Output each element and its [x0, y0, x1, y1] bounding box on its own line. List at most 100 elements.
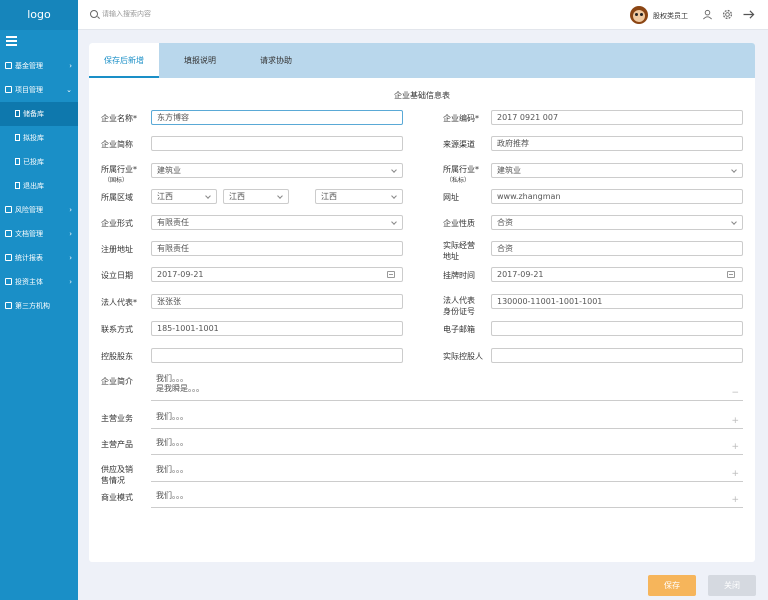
legal-id-input[interactable]: 130000-11001-1001-1001 [491, 294, 743, 309]
document-icon [15, 110, 20, 117]
sidebar-item-project[interactable]: 项目管理 ⌄ [0, 78, 78, 102]
company-name-input[interactable]: 东方博容 [151, 110, 403, 125]
reg-address-input[interactable]: 有限责任 [151, 241, 403, 256]
tab-request-help[interactable]: 请求协助 [241, 43, 311, 78]
company-name-label: 企业名称* [101, 114, 137, 123]
sidebar-subitem-reserve[interactable]: 储备库 [0, 102, 78, 126]
form-card: 保存后新增 填报说明 请求协助 企业基础信息表 企业名称* 东方博容 企业编码*… [89, 43, 755, 562]
save-button[interactable]: 保存 [648, 575, 696, 596]
home-icon [5, 254, 12, 261]
biz-address-input[interactable]: 合资 [491, 241, 743, 256]
controlling-holder-input[interactable] [151, 348, 403, 363]
home-icon [5, 302, 12, 309]
chevron-right-icon: › [69, 230, 72, 238]
avatar[interactable] [630, 6, 648, 24]
company-code-label: 企业编码* [443, 114, 479, 123]
industry-private-select[interactable]: 建筑业 [491, 163, 743, 178]
business-model-textarea[interactable]: 我们。。。 + [151, 491, 743, 508]
region-district-select[interactable]: 江西 [315, 189, 403, 204]
region-province-select[interactable]: 江西 [151, 189, 217, 204]
region-city-select[interactable]: 江西 [223, 189, 289, 204]
sidebar-item-fund[interactable]: 基金管理 › [0, 54, 78, 78]
business-model-label: 商业模式 [101, 493, 133, 502]
sidebar-item-reports[interactable]: 统计报表 › [0, 246, 78, 270]
user-name[interactable]: 股权类员工 [653, 11, 688, 21]
document-icon [15, 182, 20, 189]
email-label: 电子邮箱 [443, 325, 475, 334]
industry-national-select[interactable]: 建筑业 [151, 163, 403, 178]
home-icon [5, 206, 12, 213]
tab-instructions[interactable]: 填报说明 [165, 43, 235, 78]
home-icon [5, 62, 12, 69]
expand-icon[interactable]: + [731, 442, 739, 452]
company-form-label: 企业形式 [101, 219, 133, 228]
expand-icon[interactable]: + [731, 495, 739, 505]
legal-rep-input[interactable]: 张张张 [151, 294, 403, 309]
close-button[interactable]: 关闭 [708, 575, 756, 596]
listing-time-input[interactable]: 2017-09-21 [491, 267, 743, 282]
expand-icon[interactable]: + [731, 469, 739, 479]
reg-address-label: 注册地址 [101, 245, 133, 254]
industry-private-label: 所属行业* （私标） [443, 165, 479, 184]
actual-controller-input[interactable] [491, 348, 743, 363]
sidebar-item-risk[interactable]: 风险管理 › [0, 198, 78, 222]
document-icon [15, 158, 20, 165]
main-products-textarea[interactable]: 我们。。。 + [151, 438, 743, 455]
contact-input[interactable]: 185-1001-1001 [151, 321, 403, 336]
intro-textarea[interactable]: 我们。。。 是我瞬是。。。 − [151, 374, 743, 401]
document-icon [15, 134, 20, 141]
calendar-icon[interactable] [727, 271, 735, 278]
user-icon[interactable] [702, 9, 713, 20]
supply-textarea[interactable]: 我们。。。 + [151, 465, 743, 482]
industry-national-label: 所属行业* （国标） [101, 165, 137, 184]
sidebar-item-investor[interactable]: 投资主体 › [0, 270, 78, 294]
chevron-right-icon: › [69, 62, 72, 70]
actual-controller-label: 实际控股人 [443, 352, 483, 361]
search-box [90, 10, 222, 18]
sidebar-item-third-party[interactable]: 第三方机构 [0, 294, 78, 318]
source-label: 来源渠道 [443, 140, 475, 149]
sidebar-subitem-invested[interactable]: 已投库 [0, 150, 78, 174]
company-code-input[interactable]: 2017 0921 007 [491, 110, 743, 125]
gear-icon[interactable] [722, 9, 733, 20]
home-icon [5, 230, 12, 237]
website-input[interactable]: www.zhangman [491, 189, 743, 204]
search-input[interactable] [102, 10, 222, 18]
intro-label: 企业简介 [101, 377, 133, 386]
found-date-input[interactable]: 2017-09-21 [151, 267, 403, 282]
collapse-menu-button[interactable] [0, 30, 78, 56]
chevron-right-icon: › [69, 206, 72, 214]
email-input[interactable] [491, 321, 743, 336]
source-input[interactable]: 政府推荐 [491, 136, 743, 151]
legal-id-label: 法人代表 身份证号 [443, 296, 475, 316]
legal-rep-label: 法人代表* [101, 298, 137, 307]
company-nature-select[interactable]: 合资 [491, 215, 743, 230]
sidebar: logo 基金管理 › 项目管理 ⌄ 储备库 拟投库 已投库 退出库 风险管理 › 文… [0, 0, 78, 600]
sidebar-item-docs[interactable]: 文档管理 › [0, 222, 78, 246]
supply-label: 供应及销 售情况 [101, 465, 133, 485]
sidebar-subitem-planned[interactable]: 拟投库 [0, 126, 78, 150]
search-icon [90, 10, 98, 18]
sidebar-subitem-exited[interactable]: 退出库 [0, 174, 78, 198]
home-icon [5, 86, 12, 93]
menu-fold-icon [6, 36, 17, 46]
home-icon [5, 278, 12, 285]
short-name-label: 企业简称 [101, 140, 133, 149]
controlling-holder-label: 控股股东 [101, 352, 133, 361]
tab-bar: 保存后新增 填报说明 请求协助 [89, 43, 755, 78]
collapse-icon[interactable]: − [731, 388, 739, 398]
region-label: 所属区域 [101, 193, 133, 202]
main-business-textarea[interactable]: 我们。。。 + [151, 412, 743, 429]
logo: logo [0, 0, 78, 30]
top-header: 股权类员工 [78, 0, 768, 30]
chevron-right-icon: › [69, 278, 72, 286]
short-name-input[interactable] [151, 136, 403, 151]
main-products-label: 主营产品 [101, 440, 133, 449]
expand-icon[interactable]: + [731, 416, 739, 426]
listing-time-label: 挂牌时间 [443, 271, 475, 280]
calendar-icon[interactable] [387, 271, 395, 278]
company-form-select[interactable]: 有限责任 [151, 215, 403, 230]
company-nature-label: 企业性质 [443, 219, 475, 228]
logout-icon[interactable] [742, 9, 756, 20]
tab-save-and-new[interactable]: 保存后新增 [89, 43, 159, 78]
